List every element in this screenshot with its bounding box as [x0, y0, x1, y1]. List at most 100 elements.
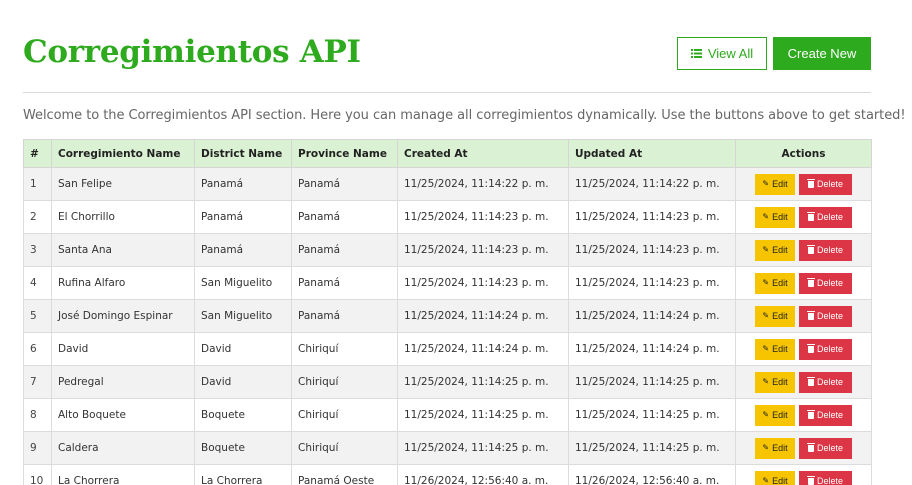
pencil-icon: ✎ [762, 410, 770, 419]
cell-district-name: San Miguelito [194, 299, 292, 333]
edit-button[interactable]: ✎ Edit [755, 437, 795, 459]
cell-district-name: Boquete [194, 431, 292, 465]
table-row: 10 La Chorrera La Chorrera Panamá Oeste 11/2… [23, 464, 872, 485]
delete-button[interactable]: Delete [799, 338, 852, 360]
cell-district-name: La Chorrera [194, 464, 292, 485]
trash-icon [806, 475, 815, 485]
trash-icon [806, 277, 815, 287]
cell-updated-at: 11/26/2024, 12:56:40 a. m. [568, 464, 736, 485]
table-row: 7 Pedregal David Chiriquí 11/25/2024, 11:14:… [23, 365, 872, 399]
edit-button[interactable]: ✎ Edit [755, 470, 795, 485]
delete-label: Delete [816, 245, 843, 255]
cell-id: 2 [23, 200, 52, 234]
cell-province-name: Chiriquí [291, 431, 398, 465]
cell-district-name: Panamá [194, 200, 292, 234]
trash-icon [806, 310, 815, 320]
view-all-button[interactable]: View All [677, 37, 767, 70]
edit-button[interactable]: ✎ Edit [755, 206, 795, 228]
create-new-button[interactable]: Create New [773, 37, 871, 70]
cell-updated-at: 11/25/2024, 11:14:22 p. m. [568, 167, 736, 201]
row-actions: ✎ Edit Delete [755, 371, 852, 393]
cell-id: 6 [23, 332, 52, 366]
row-actions: ✎ Edit Delete [755, 173, 852, 195]
edit-button[interactable]: ✎ Edit [755, 173, 795, 195]
table-row: 8 Alto Boquete Boquete Chiriquí 11/25/2024, … [23, 398, 872, 432]
delete-button[interactable]: Delete [799, 404, 852, 426]
delete-label: Delete [816, 344, 843, 354]
delete-button[interactable]: Delete [799, 239, 852, 261]
pencil-icon: ✎ [762, 311, 770, 320]
column-header-number: # [23, 139, 52, 168]
delete-label: Delete [816, 443, 843, 453]
edit-label: Edit [772, 278, 788, 288]
cell-actions: ✎ Edit Delete [735, 332, 872, 366]
cell-corregimiento-name: La Chorrera [51, 464, 195, 485]
cell-id: 9 [23, 431, 52, 465]
edit-button[interactable]: ✎ Edit [755, 371, 795, 393]
edit-button[interactable]: ✎ Edit [755, 338, 795, 360]
cell-created-at: 11/25/2024, 11:14:25 p. m. [397, 431, 569, 465]
edit-button[interactable]: ✎ Edit [755, 239, 795, 261]
cell-actions: ✎ Edit Delete [735, 464, 872, 485]
welcome-text: Welcome to the Corregimientos API sectio… [23, 108, 906, 123]
cell-updated-at: 11/25/2024, 11:14:25 p. m. [568, 365, 736, 399]
cell-actions: ✎ Edit Delete [735, 200, 872, 234]
delete-label: Delete [816, 212, 843, 222]
trash-icon [806, 376, 815, 386]
cell-actions: ✎ Edit Delete [735, 365, 872, 399]
delete-button[interactable]: Delete [799, 305, 852, 327]
cell-id: 5 [23, 299, 52, 333]
edit-label: Edit [772, 377, 788, 387]
cell-district-name: David [194, 332, 292, 366]
column-header-corregimiento-name: Corregimiento Name [51, 139, 195, 168]
trash-icon [806, 211, 815, 221]
delete-button[interactable]: Delete [799, 206, 852, 228]
cell-corregimiento-name: Caldera [51, 431, 195, 465]
delete-button[interactable]: Delete [799, 470, 852, 485]
cell-id: 1 [23, 167, 52, 201]
cell-id: 10 [23, 464, 52, 485]
edit-button[interactable]: ✎ Edit [755, 272, 795, 294]
cell-updated-at: 11/25/2024, 11:14:25 p. m. [568, 398, 736, 432]
cell-created-at: 11/25/2024, 11:14:24 p. m. [397, 299, 569, 333]
pencil-icon: ✎ [762, 212, 770, 221]
cell-province-name: Panamá [291, 299, 398, 333]
view-all-label: View All [707, 46, 754, 61]
table-row: 5 José Domingo Espinar San Miguelito Panamá… [23, 299, 872, 333]
table-row: 1 San Felipe Panamá Panamá 11/25/2024, 11:14… [23, 167, 872, 201]
edit-button[interactable]: ✎ Edit [755, 305, 795, 327]
trash-icon [806, 343, 815, 353]
delete-button[interactable]: Delete [799, 371, 852, 393]
table-row: 4 Rufina Alfaro San Miguelito Panamá 11/25/2… [23, 266, 872, 300]
cell-updated-at: 11/25/2024, 11:14:24 p. m. [568, 332, 736, 366]
delete-button[interactable]: Delete [799, 272, 852, 294]
pencil-icon: ✎ [762, 278, 770, 287]
edit-label: Edit [772, 179, 788, 189]
edit-label: Edit [772, 245, 788, 255]
cell-province-name: Panamá [291, 200, 398, 234]
row-actions: ✎ Edit Delete [755, 470, 852, 485]
cell-actions: ✎ Edit Delete [735, 398, 872, 432]
cell-created-at: 11/25/2024, 11:14:23 p. m. [397, 233, 569, 267]
cell-corregimiento-name: David [51, 332, 195, 366]
cell-province-name: Chiriquí [291, 332, 398, 366]
row-actions: ✎ Edit Delete [755, 305, 852, 327]
cell-corregimiento-name: El Chorrillo [51, 200, 195, 234]
delete-button[interactable]: Delete [799, 173, 852, 195]
cell-updated-at: 11/25/2024, 11:14:23 p. m. [568, 200, 736, 234]
cell-province-name: Panamá [291, 233, 398, 267]
column-header-updated-at: Updated At [568, 139, 736, 168]
cell-created-at: 11/26/2024, 12:56:40 a. m. [397, 464, 569, 485]
edit-button[interactable]: ✎ Edit [755, 404, 795, 426]
cell-province-name: Panamá [291, 167, 398, 201]
cell-updated-at: 11/25/2024, 11:14:24 p. m. [568, 299, 736, 333]
row-actions: ✎ Edit Delete [755, 239, 852, 261]
cell-id: 4 [23, 266, 52, 300]
cell-corregimiento-name: Rufina Alfaro [51, 266, 195, 300]
edit-label: Edit [772, 344, 788, 354]
delete-button[interactable]: Delete [799, 437, 852, 459]
edit-label: Edit [772, 212, 788, 222]
column-header-province-name: Province Name [291, 139, 398, 168]
delete-label: Delete [816, 410, 843, 420]
column-header-actions: Actions [735, 139, 872, 168]
